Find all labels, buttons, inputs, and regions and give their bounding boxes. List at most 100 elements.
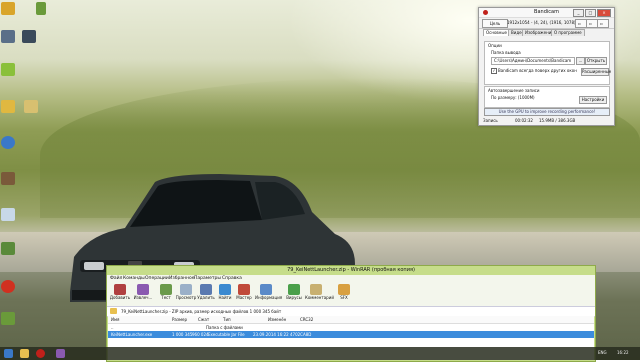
device-mode-button[interactable]: ▫ — [597, 19, 609, 28]
menu-favorites[interactable]: Избранное — [169, 276, 195, 281]
maximize-button[interactable]: □ — [585, 9, 596, 17]
tool-sfx-label: SFX — [340, 295, 348, 300]
tool-comment-label: Комментарий — [305, 295, 334, 300]
comment-icon — [310, 284, 322, 295]
tool-view[interactable]: Просмотр — [175, 284, 197, 304]
file-list-header: Имя Размер Сжат Тип Изменён CRC32 — [108, 316, 594, 324]
tool-add-label: Добавить — [109, 295, 131, 300]
find-icon — [219, 284, 231, 295]
desktop-icon-7[interactable] — [24, 100, 38, 113]
autostop-value: По размеру: (1000M) — [491, 95, 535, 100]
bandicam-titlebar[interactable]: Bandicam _ □ × — [479, 8, 614, 18]
taskbar-icon-2[interactable] — [20, 349, 29, 358]
output-folder-label: Папка вывода — [491, 50, 521, 55]
col-packed[interactable]: Сжат — [198, 316, 209, 323]
up-folder-icon[interactable] — [110, 308, 117, 314]
always-on-top-checkbox[interactable]: ✓ — [491, 68, 497, 74]
extract-icon — [137, 284, 149, 295]
desktop-icon-13[interactable] — [1, 312, 15, 325]
cell-modified: 23.09.2014 16:22 — [253, 332, 289, 337]
winrar-toolbar: Добавить Извлеч... Тест Просмотр Удалить… — [107, 282, 595, 307]
tool-extract-label: Извлеч... — [133, 295, 153, 300]
tool-extract[interactable]: Извлеч... — [132, 284, 154, 304]
desktop-icon-9[interactable] — [1, 172, 15, 185]
table-row[interactable]: KeiNettLauncher.exe 1 000 345 960 024 Ex… — [108, 331, 594, 338]
wizard-icon — [238, 284, 250, 295]
winrar-menubar: Файл Команды Операции Избранное Параметр… — [107, 275, 595, 282]
taskbar-icon-1[interactable] — [4, 349, 13, 358]
tool-virus[interactable]: Вирусы — [283, 284, 305, 304]
browse-button[interactable]: ... — [576, 57, 585, 65]
tool-wizard-label: Мастер — [236, 295, 252, 300]
options-panel: Опции Папка вывода C:\Users\Админ\Docume… — [484, 41, 611, 85]
cell-type: Executable Jar File — [208, 332, 245, 337]
desktop-icon-8[interactable] — [1, 136, 15, 149]
view-icon — [180, 284, 192, 295]
cell-name: KeiNettLauncher.exe — [111, 332, 153, 337]
tool-info-label: Информация — [255, 295, 283, 300]
taskbar-winrar-icon[interactable] — [56, 349, 65, 358]
tool-test-label: Тест — [161, 295, 171, 300]
resolution-text: 1912x1054 - (4, 24), (1916, 1078) — [507, 20, 576, 25]
cell-crc: 4702CA8D — [290, 332, 312, 337]
tool-sfx[interactable]: SFX — [333, 284, 355, 304]
menu-options[interactable]: Параметры — [194, 276, 221, 281]
taskbar-bandicam-icon[interactable] — [36, 349, 45, 358]
desktop-icon-4[interactable] — [22, 30, 36, 43]
col-crc[interactable]: CRC32 — [300, 316, 313, 323]
winrar-title[interactable]: 79_KeiNettLauncher.zip - WinRAR (пробная… — [107, 266, 595, 275]
cell-size: 1 000 345 — [172, 332, 193, 337]
desktop-icon-3[interactable] — [1, 30, 15, 43]
language-indicator[interactable]: ENG — [598, 350, 607, 355]
clock[interactable]: 16:22 — [617, 350, 629, 355]
target-button[interactable]: Цель — [482, 19, 508, 28]
close-button[interactable]: × — [597, 9, 611, 17]
desktop-icon-10[interactable] — [1, 208, 15, 221]
archive-path: 79_KeiNettLauncher.zip - ZIP архив, разм… — [121, 309, 282, 314]
delete-icon — [200, 284, 212, 295]
desktop-icon-1[interactable] — [1, 2, 15, 15]
autostop-heading: Автозавершение записи — [488, 88, 540, 93]
col-size[interactable]: Размер — [172, 316, 187, 323]
menu-file[interactable]: Файл — [110, 276, 122, 281]
info-icon — [260, 284, 272, 295]
tool-view-label: Просмотр — [175, 295, 197, 300]
desktop-icon-2[interactable] — [36, 2, 46, 15]
autostop-panel: Автозавершение записи По размеру: (1000M… — [484, 86, 610, 108]
advanced-button[interactable]: Расширенные — [581, 68, 611, 76]
virus-scan-icon — [288, 284, 300, 295]
desktop-icon-5[interactable] — [1, 63, 15, 76]
menu-operations[interactable]: Операции — [145, 276, 169, 281]
status-label: Запись — [483, 118, 498, 123]
tool-add[interactable]: Добавить — [109, 284, 131, 304]
minimize-button[interactable]: _ — [573, 9, 584, 17]
gpu-hint-link[interactable]: Use the GPU to improve recording perform… — [484, 108, 610, 116]
desktop-icon-12[interactable] — [1, 280, 15, 293]
sfx-icon — [338, 284, 350, 295]
open-folder-button[interactable]: Открыть — [585, 57, 607, 65]
bandicam-toolbar: Цель 1912x1054 - (4, 24), (1916, 1078) ▫… — [479, 18, 614, 29]
autostop-settings-button[interactable]: Настройки — [579, 96, 607, 104]
tool-info[interactable]: Информация — [255, 284, 283, 304]
tab-general[interactable]: Основные — [483, 29, 511, 36]
output-folder-field[interactable]: C:\Users\Админ\Documents\Bandicam — [491, 57, 575, 65]
tool-wizard[interactable]: Мастер — [233, 284, 255, 304]
desktop-icon-6[interactable] — [1, 100, 15, 113]
col-modified[interactable]: Изменён — [268, 316, 286, 323]
cell-type: Папка с файлами — [206, 325, 243, 330]
tab-about[interactable]: О программе — [551, 29, 585, 36]
col-type[interactable]: Тип — [223, 316, 231, 323]
tool-comment[interactable]: Комментарий — [305, 284, 334, 304]
menu-commands[interactable]: Команды — [123, 276, 145, 281]
desktop-icon-11[interactable] — [1, 242, 15, 255]
options-heading: Опции — [488, 43, 502, 48]
cell-packed: 960 024 — [192, 332, 209, 337]
table-row[interactable]: .. Папка с файлами — [108, 324, 594, 331]
col-name[interactable]: Имя — [111, 316, 119, 323]
add-icon — [114, 284, 126, 295]
record-size: 15.9MB / 386.3GB — [539, 118, 576, 123]
taskbar: ENG 16:22 — [0, 347, 640, 360]
menu-help[interactable]: Справка — [222, 276, 242, 281]
always-on-top-label: Bandicam всегда поверх других окон — [498, 68, 577, 73]
tool-test[interactable]: Тест — [155, 284, 177, 304]
